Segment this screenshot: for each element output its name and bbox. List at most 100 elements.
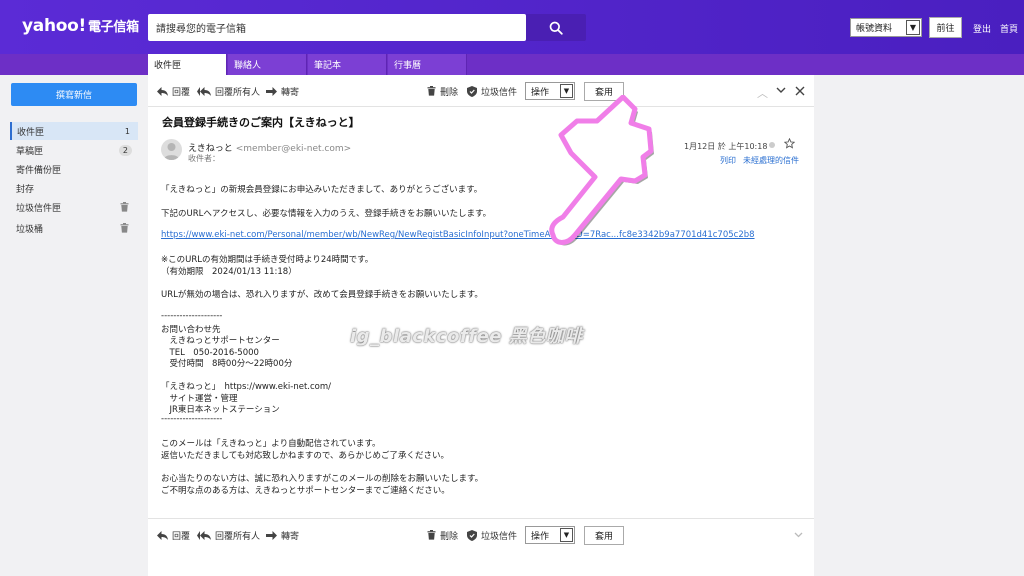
chevron-down-icon: ▼ <box>906 20 920 35</box>
go-label: 前往 <box>936 24 955 34</box>
search-placeholder: 請搜尋您的電子信箱 <box>156 24 246 35</box>
forward-button[interactable]: 轉寄 <box>266 76 299 106</box>
trash-icon[interactable] <box>120 223 129 233</box>
spam-label: 垃圾信件 <box>481 531 518 542</box>
forward-icon <box>266 530 277 540</box>
reply-icon <box>157 530 168 540</box>
recipient-label: 收件者： <box>188 154 220 163</box>
trash-icon <box>427 530 436 540</box>
body-line: 返信いただきましても対応致しかねますので、あらかじめご了承ください。 <box>161 451 449 461</box>
registration-link[interactable]: https://www.eki-net.com/Personal/member/… <box>161 230 755 240</box>
body-line: 「えきねっと」 https://www.eki-net.com/ <box>161 382 331 392</box>
spam-button[interactable]: 垃圾信件 <box>467 76 517 106</box>
reply-label: 回覆 <box>172 87 191 98</box>
body-line: URLが無効の場合は、恐れ入りますが、改めて会員登録手続きをお願いいたします。 <box>161 290 483 300</box>
right-gutter <box>814 75 1024 576</box>
trash-icon[interactable] <box>120 202 129 212</box>
chevron-down-icon[interactable] <box>794 532 803 538</box>
account-select-value: 帳號資料 <box>856 24 893 34</box>
mark-unread-link[interactable]: 未經處理的信件 <box>743 155 799 166</box>
reply-icon <box>157 86 168 96</box>
header-bar: yahoo! 電子信箱 請搜尋您的電子信箱 帳號資料 ▼ 前往 登出 首頁 <box>0 0 1024 54</box>
forward-icon <box>266 86 277 96</box>
body-line: 下記のURLへアクセスし、必要な情報を入力のうえ、登録手続きをお願いいたします。 <box>161 209 492 219</box>
reply-button[interactable]: 回覆 <box>157 520 190 550</box>
reply-all-icon <box>197 530 211 540</box>
reply-all-icon <box>197 86 211 96</box>
compose-button[interactable]: 撰寫新信 <box>11 83 137 106</box>
message-toolbar-top: 回覆 回覆所有人 轉寄 刪除 垃圾信件 操作 ▼ 套用 ︿ <box>148 76 814 106</box>
apply-button[interactable]: 套用 <box>584 526 624 545</box>
message-subject: 会員登録手続きのご案内【えきねっと】 <box>162 116 360 129</box>
folder-label: 寄件備份匣 <box>16 165 62 176</box>
print-link[interactable]: 列印 <box>720 155 736 166</box>
folder-label: 封存 <box>16 184 35 195</box>
spam-button[interactable]: 垃圾信件 <box>467 520 517 550</box>
tab-contacts[interactable]: 聯絡人 <box>228 54 307 75</box>
folder-label: 垃圾信件匣 <box>16 203 62 214</box>
folder-label: 收件匣 <box>17 127 45 138</box>
divider <box>148 518 814 519</box>
read-status-dot-icon[interactable] <box>769 142 775 148</box>
unread-count: 1 <box>124 126 130 136</box>
sidebar-item-sent[interactable]: 寄件備份匣 <box>10 160 138 178</box>
sidebar-item-drafts[interactable]: 草稿匣 2 <box>10 141 138 159</box>
delete-button[interactable]: 刪除 <box>427 520 458 550</box>
tab-label: 筆記本 <box>314 61 342 71</box>
tab-calendar[interactable]: 行事曆 <box>388 54 467 75</box>
body-line: -------------------- <box>161 311 223 321</box>
chevron-down-icon[interactable] <box>776 87 786 94</box>
reply-button[interactable]: 回覆 <box>157 76 190 106</box>
draft-count-badge: 2 <box>118 144 132 156</box>
sidebar-item-archive[interactable]: 封存 <box>10 179 138 197</box>
tab-notepad[interactable]: 筆記本 <box>308 54 387 75</box>
body-line: （有効期限 2024/01/13 11:18） <box>161 267 297 277</box>
sender-email: <member@eki-net.com> <box>235 144 352 154</box>
search-button[interactable] <box>526 14 586 41</box>
logo-subtitle: 電子信箱 <box>87 20 139 35</box>
trash-icon <box>427 86 436 96</box>
spam-label: 垃圾信件 <box>481 87 518 98</box>
forward-button[interactable]: 轉寄 <box>266 520 299 550</box>
avatar <box>161 139 182 160</box>
folder-label: 垃圾桶 <box>16 224 44 235</box>
logout-link[interactable]: 登出 <box>973 22 991 35</box>
tab-inbox[interactable]: 收件匣 <box>148 54 227 75</box>
shield-icon <box>467 529 477 541</box>
apply-label: 套用 <box>594 532 613 542</box>
action-select-value: 操作 <box>531 531 550 542</box>
go-button[interactable]: 前往 <box>929 17 962 38</box>
reply-all-button[interactable]: 回覆所有人 <box>197 520 260 550</box>
delete-label: 刪除 <box>440 87 459 98</box>
body-line: 受付時間 8時00分～22時00分 <box>161 359 293 369</box>
search-input[interactable]: 請搜尋您的電子信箱 <box>148 14 526 41</box>
reply-all-button[interactable]: 回覆所有人 <box>197 76 260 106</box>
yahoo-logo[interactable]: yahoo! 電子信箱 <box>22 16 139 36</box>
sidebar-item-spam[interactable]: 垃圾信件匣 <box>10 198 138 216</box>
folder-label: 草稿匣 <box>16 146 44 157</box>
search-icon <box>549 21 563 35</box>
sidebar-item-trash[interactable]: 垃圾桶 <box>10 219 138 237</box>
tab-label: 收件匣 <box>154 61 182 71</box>
body-line: このメールは「えきねっと」より自動配信されています。 <box>161 439 381 449</box>
account-select[interactable]: 帳號資料 ▼ <box>850 18 922 37</box>
home-link[interactable]: 首頁 <box>1000 22 1018 35</box>
pointing-hand-icon <box>549 95 654 246</box>
shield-icon <box>467 85 477 97</box>
message-toolbar-bottom: 回覆 回覆所有人 轉寄 刪除 垃圾信件 操作 ▼ 套用 <box>148 520 814 550</box>
sidebar-item-inbox[interactable]: 收件匣 1 <box>10 122 138 140</box>
sidebar: 撰寫新信 收件匣 1 草稿匣 2 寄件備份匣 封存 垃圾信件匣 垃圾桶 <box>0 75 148 576</box>
action-select[interactable]: 操作 ▼ <box>525 526 575 544</box>
body-line: お心当たりのない方は、誠に恐れ入りますがこのメールの削除をお願いいたします。 <box>161 474 484 484</box>
close-icon[interactable] <box>795 86 805 96</box>
chevron-up-icon[interactable]: ︿ <box>757 85 768 101</box>
watermark: ig_blackcoffee 黑色咖啡 <box>350 326 583 347</box>
logo-text: yahoo! <box>22 16 86 36</box>
forward-label: 轉寄 <box>281 531 300 542</box>
divider <box>148 106 814 107</box>
star-icon[interactable] <box>784 138 795 149</box>
delete-button[interactable]: 刪除 <box>427 76 458 106</box>
compose-label: 撰寫新信 <box>55 91 92 101</box>
reply-label: 回覆 <box>172 531 191 542</box>
reply-all-label: 回覆所有人 <box>215 531 261 542</box>
